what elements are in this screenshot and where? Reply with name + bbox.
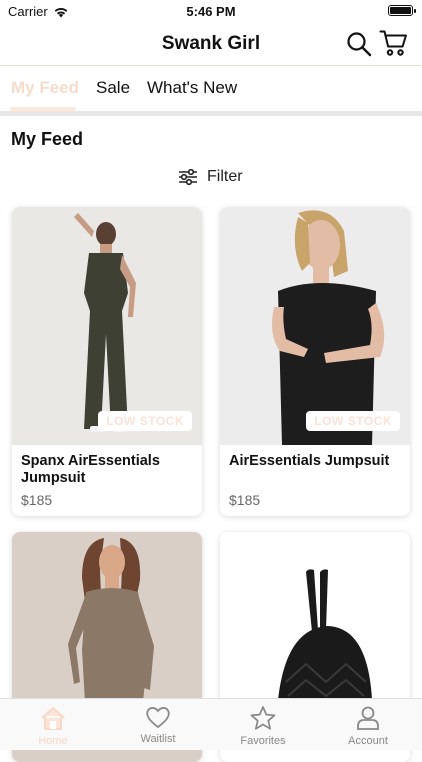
product-photo (74, 213, 136, 432)
product-card[interactable]: LOW STOCK AirEssentials Jumpsuit $185 (220, 207, 410, 516)
tab-whats-new[interactable]: What's New (147, 78, 237, 98)
bottom-tab-bar: Home Waitlist Favorites Account (0, 698, 422, 750)
tab-my-feed[interactable]: My Feed (11, 78, 79, 98)
product-image[interactable] (12, 207, 202, 445)
section-title: My Feed (11, 129, 84, 149)
cart-icon[interactable] (379, 29, 409, 57)
bottom-tab-home[interactable]: Home (13, 705, 93, 747)
clock: 5:46 PM (186, 4, 236, 19)
sliders-icon (179, 169, 197, 185)
tab-sale[interactable]: Sale (96, 78, 130, 98)
bottom-tab-label: Home (38, 735, 68, 747)
bottom-tab-waitlist[interactable]: Waitlist (118, 705, 198, 745)
bottom-tab-favorites[interactable]: Favorites (223, 705, 303, 747)
feed-tabs: My Feed Sale What's New (0, 66, 422, 112)
bottom-tab-label: Waitlist (140, 733, 176, 745)
home-icon (41, 707, 65, 730)
product-photo (272, 210, 385, 445)
product-price: $185 (21, 492, 53, 508)
bottom-tab-label: Favorites (240, 735, 286, 747)
product-image[interactable] (220, 207, 410, 445)
product-card[interactable]: LOW STOCK Spanx AirEssentials Jumpsuit $… (12, 207, 202, 516)
low-stock-badge: LOW STOCK (98, 411, 192, 431)
filter-button[interactable]: Filter (178, 168, 243, 186)
product-price: $185 (229, 492, 261, 508)
filter-label: Filter (207, 168, 243, 185)
battery-icon (388, 5, 416, 16)
bottom-tab-label: Account (348, 735, 388, 747)
product-name[interactable]: Spanx AirEssentials Jumpsuit (21, 453, 194, 487)
low-stock-badge: LOW STOCK (306, 411, 400, 431)
heart-icon (146, 707, 170, 729)
bottom-tab-account[interactable]: Account (328, 705, 408, 747)
product-name[interactable]: AirEssentials Jumpsuit (229, 453, 402, 470)
navigation-bar: Swank Girl (0, 22, 422, 66)
star-icon (250, 706, 276, 730)
person-icon (357, 706, 379, 730)
status-bar: Carrier 5:46 PM (0, 0, 422, 22)
tabs-divider (0, 111, 422, 116)
search-icon[interactable] (346, 31, 372, 57)
